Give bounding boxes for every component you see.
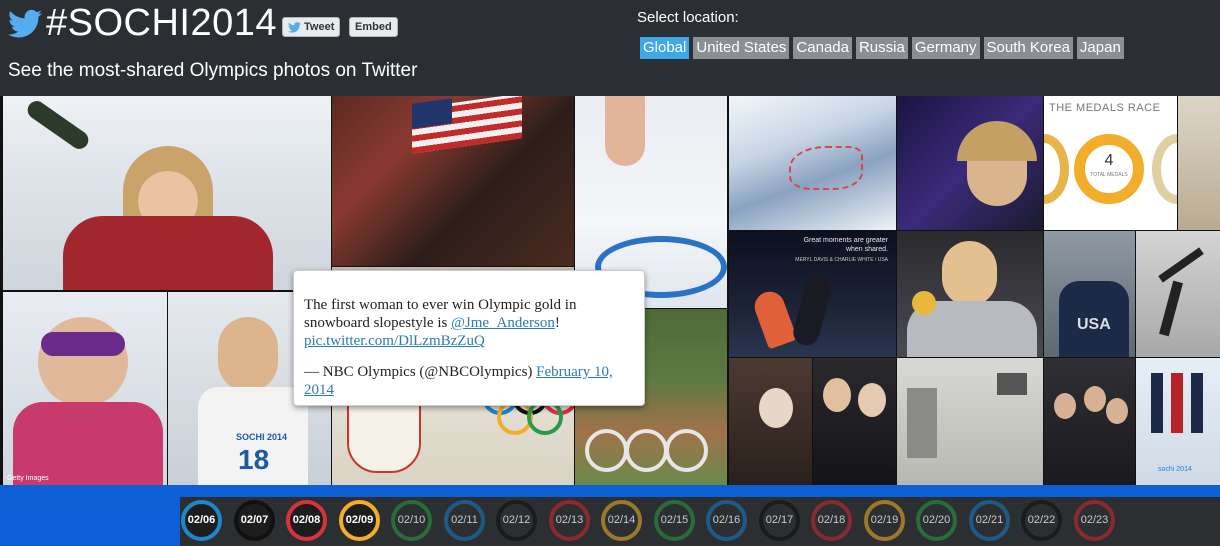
photo-tile-gold-medalist[interactable] <box>897 231 1043 357</box>
photo-tile-snowboarder-goggles[interactable]: Getty Images <box>3 292 167 485</box>
medals-race-sublabel: TOTAL MEDALS <box>1090 172 1128 178</box>
date-ring-0222[interactable]: 02/22 <box>1021 500 1062 541</box>
date-ring-0219[interactable]: 02/19 <box>864 500 905 541</box>
tweet-author: — NBC Olympics (@NBCOlympics) <box>304 364 537 380</box>
ad-names: MERYL DAVIS & CHARLIE WHITE / USA <box>795 257 888 263</box>
photo-tile-portrait-edge[interactable] <box>1178 96 1220 230</box>
location-option-russia[interactable]: Russia <box>855 37 908 59</box>
photo-tile-team-selfie[interactable] <box>1044 358 1135 485</box>
date-ring-0214[interactable]: 02/14 <box>601 500 642 541</box>
embedded-tweet-card: The first woman to ever win Olympic gold… <box>293 270 645 406</box>
tweet-button[interactable]: Tweet <box>282 17 341 37</box>
ad-line-2: when shared. <box>845 246 888 253</box>
photo-tile-usa-jacket[interactable]: USA <box>1044 231 1135 357</box>
tweet-mention-link[interactable]: @Jme_Anderson <box>451 315 555 331</box>
date-ring-0212[interactable]: 02/12 <box>496 500 537 541</box>
date-timeline-track: 02/06 02/07 02/08 02/09 02/10 02/11 02/1… <box>180 497 1220 546</box>
photo-tile-snowy-mountains[interactable] <box>729 96 896 230</box>
medals-race-count: 4 <box>1104 152 1114 169</box>
location-option-germany[interactable]: Germany <box>911 37 980 59</box>
date-ring-0209[interactable]: 02/09 <box>339 500 380 541</box>
date-ring-0220[interactable]: 02/20 <box>916 500 957 541</box>
date-ring-0216[interactable]: 02/16 <box>706 500 747 541</box>
photo-tile-graffiti-jumper[interactable] <box>1136 231 1220 357</box>
photo-tile-skaters-sochi[interactable]: sochi 2014 <box>1136 358 1220 485</box>
page-subtitle: See the most-shared Olympics photos on T… <box>8 60 418 81</box>
ad-line-1: Great moments are greater <box>803 237 888 244</box>
tweet-text: The first woman to ever win Olympic gold… <box>304 296 634 350</box>
photo-tile-bathroom[interactable] <box>897 358 1043 485</box>
page-title: #SOCHI2014 <box>46 2 278 44</box>
photo-tile-girls-portrait[interactable] <box>729 358 812 485</box>
date-ring-0211[interactable]: 02/11 <box>444 500 485 541</box>
photo-credit: Getty Images <box>7 475 49 482</box>
location-selector: Global United States Canada Russia Germa… <box>640 37 1124 59</box>
sochi-logo-text: sochi 2014 <box>1158 466 1192 473</box>
bib-number: 18 <box>238 444 270 475</box>
photo-tile-snowboarder-celebrating[interactable] <box>3 96 331 290</box>
photo-mosaic: THE MEDALS RACE 4 TOTAL MEDALS Great mom… <box>0 96 1220 485</box>
date-ring-0206[interactable]: 02/06 <box>181 500 222 541</box>
date-ring-0208[interactable]: 02/08 <box>286 500 327 541</box>
photo-tile-ice-dancers[interactable]: Great moments are greater when shared. M… <box>729 231 896 357</box>
date-ring-0218[interactable]: 02/18 <box>811 500 852 541</box>
location-option-canada[interactable]: Canada <box>793 37 852 59</box>
date-ring-0213[interactable]: 02/13 <box>549 500 590 541</box>
photo-tile-us-flag-crowd[interactable] <box>332 96 574 266</box>
embed-button[interactable]: Embed <box>349 17 398 37</box>
twitter-bird-icon <box>288 21 301 33</box>
header: #SOCHI2014 Tweet Embed See the most-shar… <box>0 0 1220 96</box>
location-label: Select location: <box>637 9 739 26</box>
date-ring-0223[interactable]: 02/23 <box>1074 500 1115 541</box>
medals-race-title: THE MEDALS RACE <box>1049 102 1161 114</box>
tweet-attribution: — NBC Olympics (@NBCOlympics) February 1… <box>304 363 634 399</box>
photo-tile-medals-race-graphic[interactable]: THE MEDALS RACE 4 TOTAL MEDALS <box>1044 96 1177 230</box>
date-ring-0215[interactable]: 02/15 <box>654 500 695 541</box>
tweet-text-end: ! <box>554 315 560 331</box>
timeline-top-bar <box>0 485 1220 497</box>
photo-tile-athlete-selfie[interactable] <box>897 96 1043 230</box>
photo-tile-skating-couple[interactable] <box>813 358 896 485</box>
tweet-pic-link[interactable]: pic.twitter.com/DlLzmBzZuQ <box>304 333 485 349</box>
twitter-bird-icon <box>8 9 42 38</box>
tweet-button-label: Tweet <box>304 21 335 33</box>
date-ring-0217[interactable]: 02/17 <box>759 500 800 541</box>
date-timeline: 02/06 02/07 02/08 02/09 02/10 02/11 02/1… <box>0 497 1220 546</box>
usa-jacket-text: USA <box>1077 316 1111 333</box>
date-ring-0221[interactable]: 02/21 <box>969 500 1010 541</box>
location-option-south-korea[interactable]: South Korea <box>983 37 1073 59</box>
bib-label: SOCHI 2014 <box>236 432 288 442</box>
location-option-japan[interactable]: Japan <box>1076 37 1124 59</box>
location-option-global[interactable]: Global <box>640 37 690 59</box>
date-ring-0207[interactable]: 02/07 <box>234 500 275 541</box>
location-option-united-states[interactable]: United States <box>693 37 790 59</box>
date-ring-0210[interactable]: 02/10 <box>391 500 432 541</box>
